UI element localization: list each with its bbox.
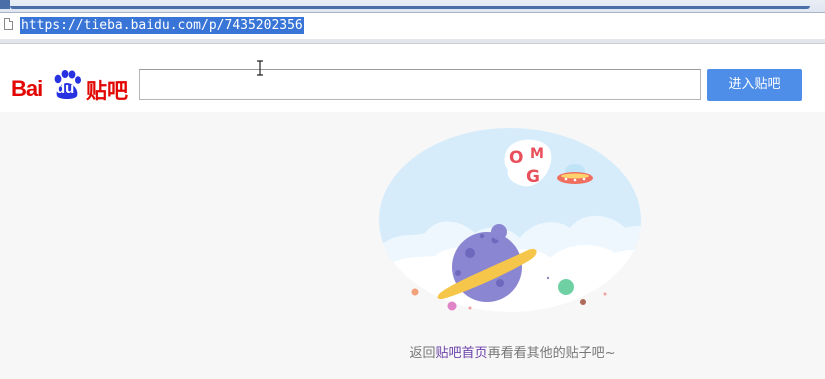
- url-text[interactable]: https://tieba.baidu.com/p/7435202356: [20, 17, 304, 34]
- tieba-header: Bai du 贴吧 进入贴吧: [0, 44, 825, 112]
- small-planet-green: [558, 279, 574, 295]
- notice-suffix: 再看看其他的贴子吧~: [487, 346, 616, 361]
- svg-text:G: G: [526, 167, 540, 187]
- tieba-home-link[interactable]: 贴吧首页: [436, 346, 488, 361]
- notice-prefix: 返回: [409, 346, 436, 361]
- logo-tieba-text: 贴吧: [86, 79, 128, 103]
- browser-tab-strip: [0, 0, 825, 12]
- page-icon: [4, 18, 13, 30]
- enter-tieba-button[interactable]: 进入贴吧: [707, 69, 802, 101]
- tab-edge: [0, 0, 10, 9]
- svg-text:O: O: [509, 148, 523, 168]
- search-input[interactable]: [139, 69, 701, 100]
- logo-du-text: du: [56, 80, 75, 97]
- baidu-tieba-logo[interactable]: Bai du 贴吧: [11, 62, 133, 104]
- svg-text:M: M: [530, 146, 544, 162]
- logo-bai-text: Bai: [11, 76, 43, 101]
- not-found-illustration: O M G: [379, 128, 641, 312]
- tab-bar-line: [10, 6, 810, 9]
- address-bar[interactable]: https://tieba.baidu.com/p/7435202356: [0, 12, 825, 40]
- text-cursor-icon: [257, 60, 263, 76]
- not-found-notice: 返回贴吧首页再看看其他的贴子吧~: [0, 342, 825, 361]
